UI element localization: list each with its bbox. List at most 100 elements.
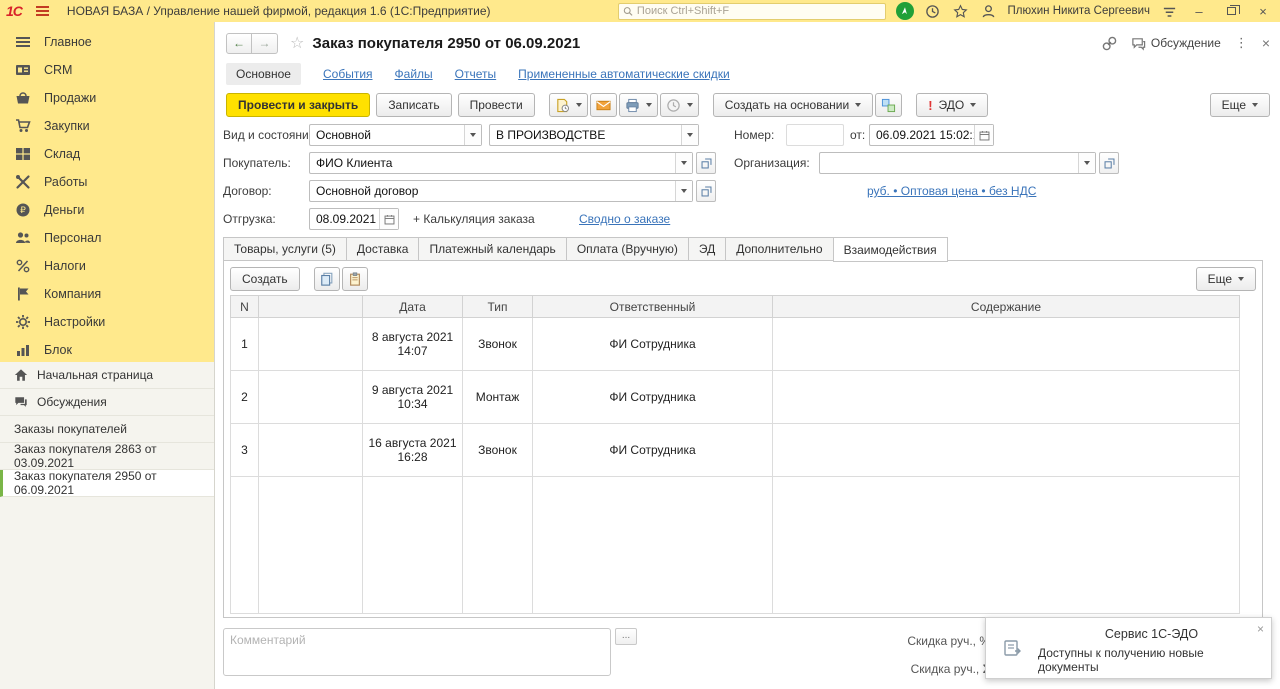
sidebar-item-personal[interactable]: Персонал bbox=[0, 224, 214, 252]
order-calculation-text[interactable]: + Калькуляция заказа bbox=[413, 212, 535, 226]
notification-popup[interactable]: Сервис 1С-ЭДО Доступны к получению новые… bbox=[985, 617, 1272, 679]
col-header-responsible[interactable]: Ответственный bbox=[533, 296, 773, 318]
table-row[interactable]: 1 8 августа 202114:07 Звонок ФИ Сотрудни… bbox=[231, 318, 1240, 371]
cell-n[interactable]: 2 bbox=[231, 371, 259, 424]
cell-date[interactable]: 16 августа 202116:28 bbox=[363, 424, 463, 477]
main-menu-icon[interactable] bbox=[36, 6, 49, 16]
restore-button[interactable] bbox=[1220, 2, 1242, 20]
user-name[interactable]: Плюхин Никита Сергеевич bbox=[1008, 5, 1150, 17]
notification-message[interactable]: Доступны к получению новые документы bbox=[1038, 646, 1265, 674]
reminder-button[interactable] bbox=[660, 93, 699, 117]
print-button[interactable] bbox=[619, 93, 658, 117]
favorites-star-icon[interactable] bbox=[952, 2, 970, 20]
paste-button[interactable] bbox=[342, 267, 368, 291]
price-settings-link[interactable]: руб. • Оптовая цена • без НДС bbox=[867, 184, 1036, 198]
toolbar-more-button[interactable]: Еще bbox=[1210, 93, 1270, 117]
comment-more-button[interactable]: ... bbox=[615, 628, 637, 645]
table-row[interactable]: 2 9 августа 202110:34 Монтаж ФИ Сотрудни… bbox=[231, 371, 1240, 424]
sidebar-item-nalogi[interactable]: Налоги bbox=[0, 252, 214, 280]
tab-files[interactable]: Файлы bbox=[395, 67, 433, 81]
number-input[interactable] bbox=[786, 124, 844, 146]
cell-responsible[interactable]: ФИ Сотрудника bbox=[533, 424, 773, 477]
search-input[interactable] bbox=[637, 5, 881, 17]
tab-additional[interactable]: Дополнительно bbox=[725, 237, 832, 261]
comment-input[interactable] bbox=[223, 628, 611, 676]
cell-responsible[interactable]: ФИ Сотрудника bbox=[533, 371, 773, 424]
col-header-icon[interactable] bbox=[259, 296, 363, 318]
tab-interactions[interactable]: Взаимодействия bbox=[833, 237, 948, 262]
post-and-close-button[interactable]: Провести и закрыть bbox=[226, 93, 370, 117]
cell-responsible[interactable]: ФИ Сотрудника bbox=[533, 318, 773, 371]
sidebar-window-order-2950[interactable]: Заказ покупателя 2950 от 06.09.2021 bbox=[0, 470, 214, 497]
sidebar-item-crm[interactable]: CRM bbox=[0, 56, 214, 84]
global-search[interactable] bbox=[618, 3, 886, 20]
tab-reports[interactable]: Отчеты bbox=[455, 67, 496, 81]
order-kind-combo[interactable]: Основной bbox=[309, 124, 482, 146]
edo-button[interactable]: ! ЭДО bbox=[916, 93, 988, 117]
sidebar-item-sklad[interactable]: Склад bbox=[0, 140, 214, 168]
back-button[interactable]: ← bbox=[226, 33, 252, 54]
tab-payment-manual[interactable]: Оплата (Вручную) bbox=[566, 237, 688, 261]
favorite-star-icon[interactable]: ☆ bbox=[290, 33, 304, 53]
col-header-n[interactable]: N bbox=[231, 296, 259, 318]
close-document-button[interactable]: × bbox=[1262, 35, 1270, 51]
tab-auto-discounts[interactable]: Примененные автоматические скидки bbox=[518, 67, 730, 81]
order-summary-link[interactable]: Сводно о заказе bbox=[579, 212, 670, 226]
sidebar-window-order-2863[interactable]: Заказ покупателя 2863 от 03.09.2021 bbox=[0, 443, 214, 470]
minimize-button[interactable]: – bbox=[1188, 2, 1210, 20]
sidebar-item-raboty[interactable]: Работы bbox=[0, 168, 214, 196]
tab-events[interactable]: События bbox=[323, 67, 373, 81]
user-icon[interactable] bbox=[980, 2, 998, 20]
calendar-button[interactable] bbox=[974, 125, 993, 145]
close-window-button[interactable]: × bbox=[1252, 2, 1274, 20]
sidebar-item-kompaniya[interactable]: Компания bbox=[0, 280, 214, 308]
document-structure-button[interactable] bbox=[875, 93, 902, 117]
document-date-input[interactable]: 06.09.2021 15:02:18 bbox=[869, 124, 994, 146]
post-button[interactable]: Провести bbox=[458, 93, 535, 117]
invoice-dropdown-button[interactable] bbox=[549, 93, 588, 117]
sidebar-item-blok[interactable]: Блок bbox=[0, 336, 214, 364]
tab-main[interactable]: Основное bbox=[226, 63, 301, 85]
sidebar-item-discussions[interactable]: Обсуждения bbox=[0, 389, 214, 416]
cell-content[interactable] bbox=[773, 371, 1240, 424]
forward-button[interactable]: → bbox=[252, 33, 278, 54]
create-interaction-button[interactable]: Создать bbox=[230, 267, 300, 291]
dropdown-button[interactable] bbox=[681, 125, 698, 145]
dropdown-button[interactable] bbox=[675, 153, 692, 173]
tab-goods-services[interactable]: Товары, услуги (5) bbox=[223, 237, 346, 261]
cell-icon[interactable] bbox=[259, 318, 363, 371]
cell-type[interactable]: Монтаж bbox=[463, 371, 533, 424]
cell-date[interactable]: 8 августа 202114:07 bbox=[363, 318, 463, 371]
save-button[interactable]: Записать bbox=[376, 93, 451, 117]
cell-content[interactable] bbox=[773, 424, 1240, 477]
tab-payment-calendar[interactable]: Платежный календарь bbox=[418, 237, 565, 261]
grid-more-button[interactable]: Еще bbox=[1196, 267, 1256, 291]
calendar-button[interactable] bbox=[379, 209, 398, 229]
send-email-button[interactable] bbox=[590, 93, 617, 117]
create-based-on-button[interactable]: Создать на основании bbox=[713, 93, 874, 117]
cell-n[interactable]: 1 bbox=[231, 318, 259, 371]
table-row[interactable]: 3 16 августа 202116:28 Звонок ФИ Сотрудн… bbox=[231, 424, 1240, 477]
sidebar-item-prodazhi[interactable]: Продажи bbox=[0, 84, 214, 112]
sidebar-item-home[interactable]: Начальная страница bbox=[0, 362, 214, 389]
cell-content[interactable] bbox=[773, 318, 1240, 371]
cell-date[interactable]: 9 августа 202110:34 bbox=[363, 371, 463, 424]
organization-open-button[interactable] bbox=[1099, 152, 1119, 174]
customer-combo[interactable]: ФИО Клиента bbox=[309, 152, 693, 174]
sidebar-item-dengi[interactable]: ₽ Деньги bbox=[0, 196, 214, 224]
col-header-type[interactable]: Тип bbox=[463, 296, 533, 318]
dropdown-button[interactable] bbox=[464, 125, 481, 145]
tab-ed[interactable]: ЭД bbox=[688, 237, 725, 261]
dropdown-button[interactable] bbox=[1078, 153, 1095, 173]
notification-close-button[interactable]: × bbox=[1257, 622, 1264, 636]
more-menu-dots-icon[interactable]: ⋮ bbox=[1235, 35, 1248, 51]
cell-icon[interactable] bbox=[259, 371, 363, 424]
cell-type[interactable]: Звонок bbox=[463, 318, 533, 371]
get-link-button[interactable] bbox=[1102, 36, 1117, 51]
service-menu-icon[interactable] bbox=[1160, 2, 1178, 20]
col-header-date[interactable]: Дата bbox=[363, 296, 463, 318]
order-state-combo[interactable]: В ПРОИЗВОДСТВЕ bbox=[489, 124, 699, 146]
shipment-date-input[interactable]: 08.09.2021 bbox=[309, 208, 399, 230]
sidebar-item-zakupki[interactable]: Закупки bbox=[0, 112, 214, 140]
contract-combo[interactable]: Основной договор bbox=[309, 180, 693, 202]
